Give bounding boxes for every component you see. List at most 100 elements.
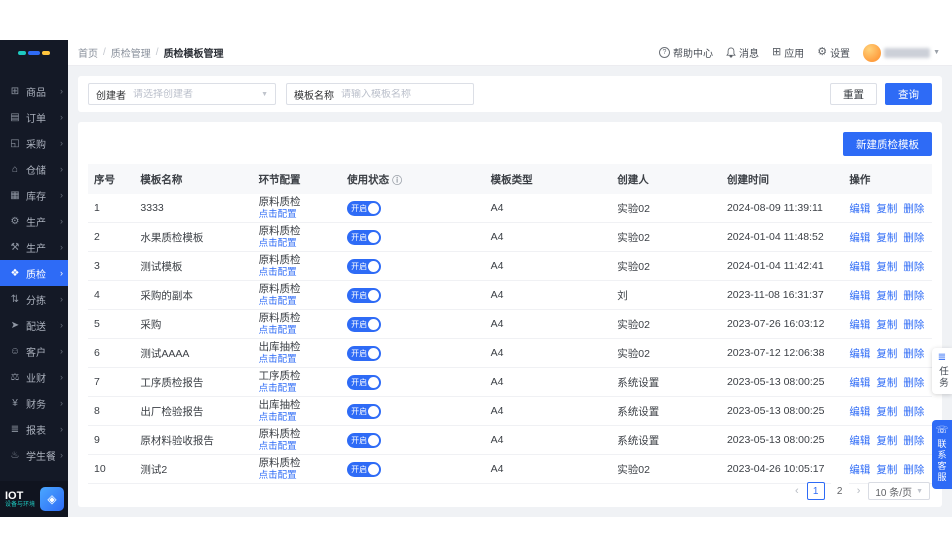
status-toggle[interactable]: 开启 (347, 259, 381, 274)
status-toggle[interactable]: 开启 (347, 462, 381, 477)
copy-link[interactable]: 复制 (876, 288, 897, 303)
sidebar-item-finance[interactable]: ¥ 财务 › (0, 390, 68, 416)
copy-link[interactable]: 复制 (876, 346, 897, 361)
chevron-right-icon: › (60, 450, 63, 460)
search-button[interactable]: 查询 (885, 83, 932, 105)
toggle-knob (368, 261, 379, 272)
cell-created: 2023-05-13 08:00:25 (721, 397, 843, 425)
new-template-button[interactable]: 新建质检模板 (843, 132, 932, 156)
sidebar-item-reports[interactable]: ≣ 报表 › (0, 416, 68, 442)
sidebar-item-delivery[interactable]: ➤ 配送 › (0, 312, 68, 338)
status-toggle[interactable]: 开启 (347, 346, 381, 361)
page-size-select[interactable]: 10 条/页 ▼ (868, 482, 930, 500)
delete-link[interactable]: 删除 (903, 288, 924, 303)
template-name-field[interactable]: 模板名称 (286, 83, 474, 105)
table-row: 7 工序质检报告 工序质检 点击配置 开启 A4 系统设置 2023-05-13… (88, 368, 932, 397)
table-row: 9 原材料验收报告 原料质检 点击配置 开启 A4 系统设置 2023-05-1… (88, 426, 932, 455)
configure-link[interactable]: 点击配置 (259, 267, 297, 279)
info-icon[interactable]: ⓘ (392, 172, 402, 187)
col-template-name: 模板名称 (134, 164, 252, 194)
configure-link[interactable]: 点击配置 (259, 470, 297, 482)
sidebar-item-production-2[interactable]: ⚒ 生产 › (0, 234, 68, 260)
configure-link[interactable]: 点击配置 (259, 296, 297, 308)
status-toggle[interactable]: 开启 (347, 201, 381, 216)
edit-link[interactable]: 编辑 (849, 404, 870, 419)
copy-link[interactable]: 复制 (876, 433, 897, 448)
delete-link[interactable]: 删除 (903, 375, 924, 390)
sidebar-item-orders[interactable]: ▤ 订单 › (0, 104, 68, 130)
sidebar-item-quality[interactable]: ❖ 质检 › (0, 260, 68, 286)
cell-actions: 编辑 复制 删除 (843, 397, 932, 425)
apps-button[interactable]: ⊞ 应用 (772, 45, 804, 60)
delete-link[interactable]: 删除 (903, 433, 924, 448)
copy-link[interactable]: 复制 (876, 201, 897, 216)
reset-button[interactable]: 重置 (830, 83, 877, 105)
edit-link[interactable]: 编辑 (849, 259, 870, 274)
configure-link[interactable]: 点击配置 (259, 441, 297, 453)
sidebar-item-student-meal[interactable]: ♨ 学生餐 › (0, 442, 68, 468)
creator-select[interactable]: 创建者 ▼ (88, 83, 276, 105)
configure-link[interactable]: 点击配置 (259, 238, 297, 250)
delete-link[interactable]: 删除 (903, 230, 924, 245)
status-toggle[interactable]: 开启 (347, 404, 381, 419)
sidebar-item-customers[interactable]: ☺ 客户 › (0, 338, 68, 364)
configure-link[interactable]: 点击配置 (259, 383, 297, 395)
status-toggle[interactable]: 开启 (347, 433, 381, 448)
page-1-button[interactable]: 1 (807, 482, 825, 500)
copy-link[interactable]: 复制 (876, 317, 897, 332)
delete-link[interactable]: 删除 (903, 317, 924, 332)
sidebar-item-goods[interactable]: ⊞ 商品 › (0, 78, 68, 104)
messages-label: 消息 (739, 45, 759, 60)
copy-link[interactable]: 复制 (876, 259, 897, 274)
delete-link[interactable]: 删除 (903, 259, 924, 274)
cell-status: 开启 (341, 339, 484, 367)
delete-link[interactable]: 删除 (903, 201, 924, 216)
sidebar-item-biz-finance[interactable]: ⚖ 业财 › (0, 364, 68, 390)
edit-link[interactable]: 编辑 (849, 433, 870, 448)
sidebar-item-label: 客户 (26, 344, 46, 359)
status-toggle[interactable]: 开启 (347, 230, 381, 245)
template-name-input[interactable] (341, 89, 466, 100)
status-toggle[interactable]: 开启 (347, 375, 381, 390)
tasks-float-tab[interactable]: ≣ 任务 (932, 348, 952, 394)
breadcrumb-section[interactable]: 质检管理 (111, 45, 151, 60)
edit-link[interactable]: 编辑 (849, 288, 870, 303)
iot-footer[interactable]: IOT 设备与环境 ◈ (0, 481, 68, 517)
configure-link[interactable]: 点击配置 (259, 209, 297, 221)
copy-link[interactable]: 复制 (876, 462, 897, 477)
page-2-button[interactable]: 2 (831, 482, 849, 500)
configure-link[interactable]: 点击配置 (259, 325, 297, 337)
edit-link[interactable]: 编辑 (849, 375, 870, 390)
next-page-icon[interactable]: › (855, 485, 863, 497)
creator-input[interactable] (133, 89, 254, 100)
configure-link[interactable]: 点击配置 (259, 412, 297, 424)
settings-button[interactable]: ⚙ 设置 (817, 45, 850, 60)
edit-link[interactable]: 编辑 (849, 317, 870, 332)
delete-link[interactable]: 删除 (903, 346, 924, 361)
copy-link[interactable]: 复制 (876, 375, 897, 390)
status-toggle[interactable]: 开启 (347, 317, 381, 332)
delete-link[interactable]: 删除 (903, 462, 924, 477)
breadcrumb-home[interactable]: 首页 (78, 45, 98, 60)
cell-template-type: A4 (485, 455, 612, 483)
sidebar-item-sorting[interactable]: ⇅ 分拣 › (0, 286, 68, 312)
sidebar-item-warehouse[interactable]: ⌂ 仓储 › (0, 156, 68, 182)
status-toggle[interactable]: 开启 (347, 288, 381, 303)
sidebar-item-purchase[interactable]: ◱ 采购 › (0, 130, 68, 156)
user-menu[interactable]: ▼ (863, 44, 940, 62)
prev-page-icon[interactable]: ‹ (793, 485, 801, 497)
messages-button[interactable]: 消息 (726, 45, 759, 60)
copy-link[interactable]: 复制 (876, 404, 897, 419)
edit-link[interactable]: 编辑 (849, 346, 870, 361)
delete-link[interactable]: 删除 (903, 404, 924, 419)
help-center-button[interactable]: ? 帮助中心 (659, 45, 713, 60)
edit-link[interactable]: 编辑 (849, 462, 870, 477)
sidebar: ⊞ 商品 › ▤ 订单 › ◱ 采购 › ⌂ 仓储 › ▦ 库存 › ⚙ 生产 … (0, 66, 68, 517)
configure-link[interactable]: 点击配置 (259, 354, 297, 366)
customer-service-float-tab[interactable]: ☏ 联系客服 (932, 420, 952, 489)
sidebar-item-inventory[interactable]: ▦ 库存 › (0, 182, 68, 208)
edit-link[interactable]: 编辑 (849, 201, 870, 216)
edit-link[interactable]: 编辑 (849, 230, 870, 245)
copy-link[interactable]: 复制 (876, 230, 897, 245)
sidebar-item-production[interactable]: ⚙ 生产 › (0, 208, 68, 234)
